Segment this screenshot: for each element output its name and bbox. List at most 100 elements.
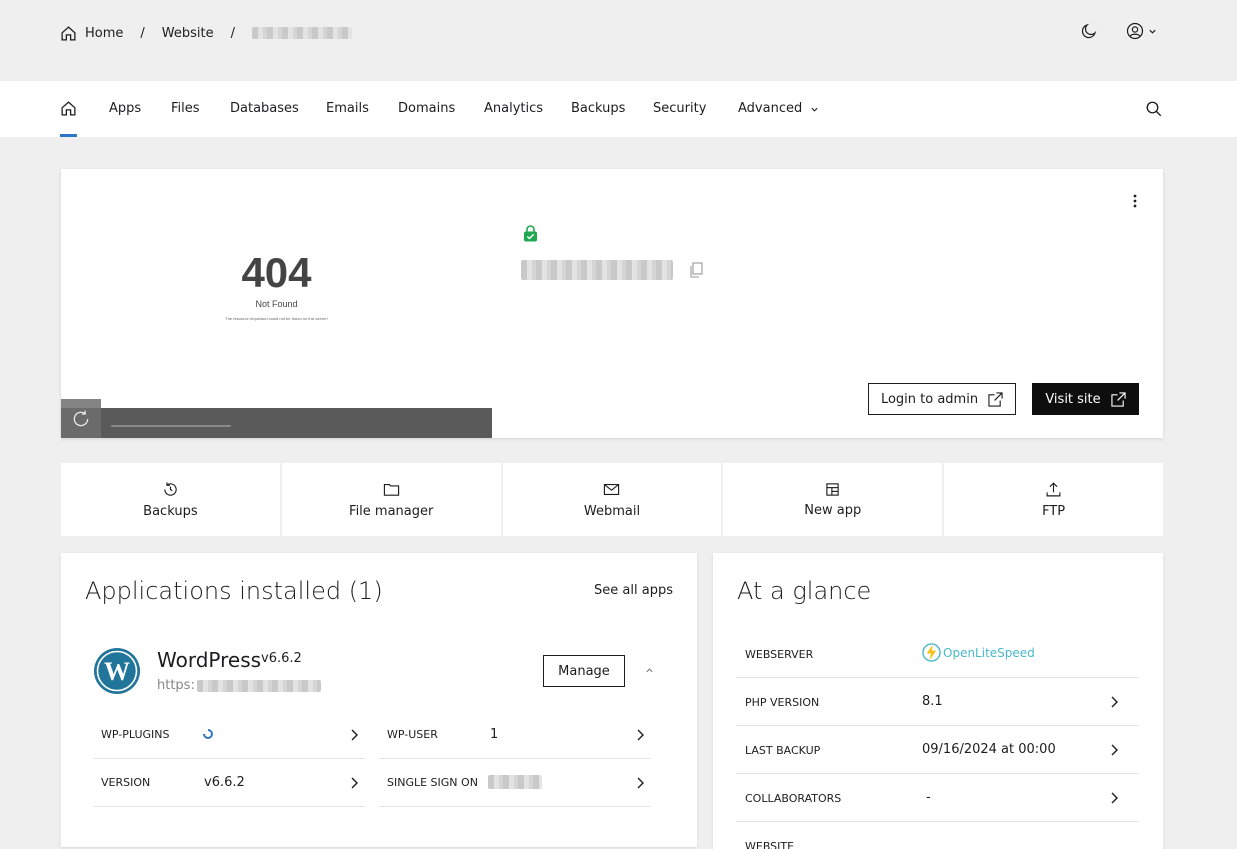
glance-label: PHP VERSION [745, 696, 820, 709]
app-version: v6.6.2 [261, 651, 302, 666]
breadcrumb-separator: / [140, 25, 145, 41]
stat-value: v6.6.2 [204, 775, 245, 790]
stat-version[interactable]: VERSION v6.6.2 [93, 759, 365, 807]
history-icon [164, 481, 177, 496]
stat-label: SINGLE SIGN ON [387, 776, 478, 789]
ssl-lock-icon [524, 225, 537, 242]
svg-text:W: W [104, 657, 130, 686]
preview-error-code: 404 [241, 249, 312, 296]
main-nav: Apps Files Databases Emails Domains Anal… [0, 81, 1237, 137]
glance-row-last-backup[interactable]: LAST BACKUP 09/16/2024 at 00:00 [736, 726, 1139, 774]
refresh-preview-button[interactable] [61, 399, 101, 438]
nav-home-icon[interactable] [60, 100, 77, 117]
openlitespeed-logo: OpenLiteSpeed [922, 643, 1035, 662]
active-tab-indicator [60, 134, 77, 137]
tab-files[interactable]: Files [171, 100, 200, 118]
chevron-up-icon[interactable] [645, 666, 654, 675]
stat-value-redacted [488, 775, 542, 789]
glance-value: - [926, 790, 931, 805]
stat-single-sign-on[interactable]: SINGLE SIGN ON [379, 759, 651, 807]
site-preview: 404 Not Found The resource requested cou… [61, 169, 492, 438]
stat-value: 1 [490, 727, 499, 742]
glance-row-webserver: WEBSERVER OpenLiteSpeed [736, 630, 1139, 678]
app-name: WordPress [157, 648, 262, 672]
apps-card-title: Applications installed (1) [85, 577, 383, 605]
quick-action-label: File manager [349, 503, 434, 519]
site-domain-redacted[interactable] [521, 260, 673, 280]
breadcrumb-home[interactable]: Home [60, 25, 123, 42]
dark-mode-moon-icon[interactable] [1080, 22, 1098, 40]
quick-action-ftp[interactable]: FTP [944, 463, 1163, 536]
quick-action-file-manager[interactable]: File manager [281, 463, 501, 536]
chevron-right-icon [351, 777, 358, 789]
applications-installed-card: Applications installed (1) See all apps … [61, 553, 697, 847]
quick-action-label: New app [804, 502, 862, 518]
account-menu[interactable] [1126, 22, 1157, 40]
preview-error-status: Not Found [255, 299, 298, 309]
login-to-admin-button[interactable]: Login to admin [868, 383, 1016, 415]
glance-value: 8.1 [922, 694, 943, 709]
tab-emails[interactable]: Emails [326, 100, 369, 118]
manage-app-button[interactable]: Manage [543, 655, 625, 687]
litespeed-bolt-icon [922, 643, 941, 662]
at-a-glance-card: At a glance WEBSERVER OpenLiteSpeed PHP … [713, 553, 1163, 849]
external-link-icon [988, 391, 1003, 407]
quick-action-webmail[interactable]: Webmail [502, 463, 722, 536]
tab-apps[interactable]: Apps [109, 100, 141, 118]
stat-label: VERSION [101, 776, 151, 789]
app-url[interactable]: https: [157, 678, 321, 693]
glance-value: 09/16/2024 at 00:00 [922, 742, 1056, 757]
tab-domains[interactable]: Domains [398, 100, 455, 118]
more-options-icon[interactable] [1129, 193, 1141, 209]
chevron-right-icon [637, 777, 644, 789]
quick-action-backups[interactable]: Backups [61, 463, 280, 536]
tab-backups[interactable]: Backups [571, 100, 625, 118]
refresh-icon [73, 410, 89, 426]
login-to-admin-label: Login to admin [880, 391, 979, 407]
stat-wp-user[interactable]: WP-USER 1 [379, 711, 651, 759]
quick-action-label: Backups [143, 503, 198, 519]
tab-analytics[interactable]: Analytics [484, 100, 543, 118]
layout-icon [826, 482, 839, 496]
tab-databases[interactable]: Databases [230, 100, 299, 118]
app-url-redacted [196, 679, 321, 692]
breadcrumb-separator: / [230, 25, 235, 41]
glance-row-website[interactable]: WEBSITE [736, 822, 1139, 849]
external-link-icon [1111, 391, 1126, 407]
preview-footer-text [111, 425, 231, 427]
glance-row-collaborators[interactable]: COLLABORATORS - [736, 774, 1139, 822]
top-header: Home / Website / [0, 0, 1237, 81]
tab-security[interactable]: Security [653, 100, 706, 118]
see-all-apps-link[interactable]: See all apps [594, 583, 673, 598]
search-icon[interactable] [1145, 100, 1163, 118]
home-icon [61, 25, 76, 41]
quick-action-label: FTP [1042, 503, 1066, 519]
glance-row-php-version[interactable]: PHP VERSION 8.1 [736, 678, 1139, 726]
quick-actions: Backups File manager Webmail New app FTP [61, 463, 1163, 536]
preview-footer [61, 408, 492, 438]
tab-advanced[interactable]: Advanced [738, 100, 819, 118]
stat-wp-plugins[interactable]: WP-PLUGINS [93, 711, 365, 759]
chevron-right-icon [1111, 744, 1118, 756]
copy-icon[interactable] [689, 262, 703, 278]
upload-icon [1046, 481, 1061, 496]
stat-label: WP-PLUGINS [101, 728, 170, 741]
glance-label: WEBSERVER [745, 648, 814, 661]
folder-icon [383, 483, 399, 496]
breadcrumb-website[interactable]: Website [162, 26, 214, 41]
chevron-right-icon [351, 729, 358, 741]
visit-site-button[interactable]: Visit site [1032, 383, 1139, 415]
quick-action-label: Webmail [583, 503, 641, 519]
breadcrumb-domain-redacted[interactable] [252, 27, 352, 39]
quick-action-new-app[interactable]: New app [723, 463, 943, 536]
stat-label: WP-USER [387, 728, 438, 741]
breadcrumb-home-label[interactable]: Home [85, 26, 123, 41]
glance-card-title: At a glance [737, 577, 872, 605]
chevron-right-icon [1111, 792, 1118, 804]
chevron-down-icon [811, 107, 818, 112]
chevron-right-icon [637, 729, 644, 741]
tab-advanced-label[interactable]: Advanced [738, 100, 802, 118]
webserver-name: OpenLiteSpeed [943, 645, 1035, 660]
glance-label: LAST BACKUP [745, 744, 821, 757]
mail-icon [604, 483, 620, 495]
